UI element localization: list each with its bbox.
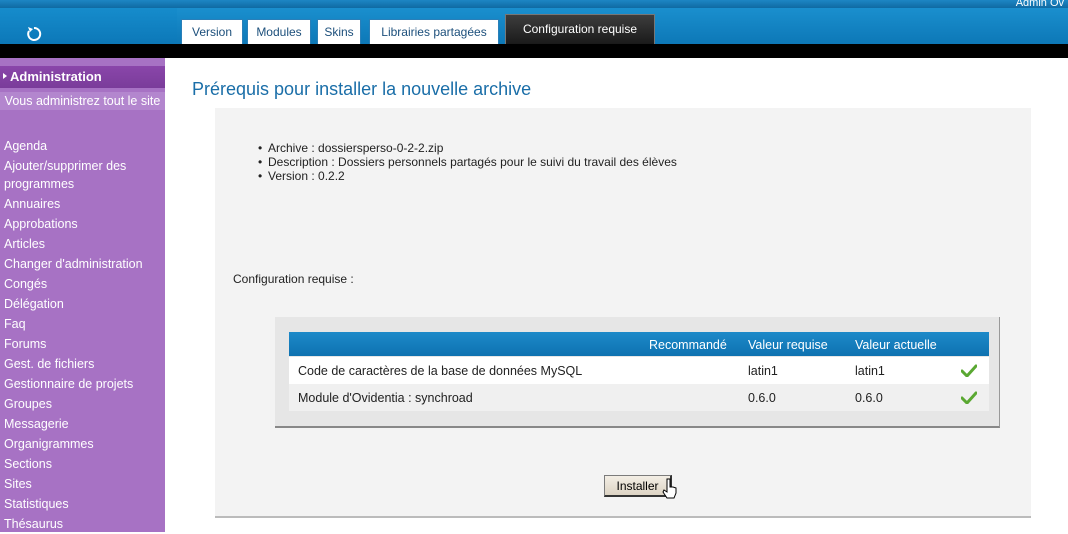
row-name: Module d'Ovidentia : synchroad — [298, 391, 473, 405]
page-title: Prérequis pour installer la nouvelle arc… — [192, 79, 532, 99]
sidebar-item-faq[interactable]: Faq — [0, 314, 165, 334]
requirements-label: Configuration requise : — [233, 272, 354, 286]
sidebar-menu: Agenda Ajouter/supprimer des programmes … — [0, 136, 165, 534]
tab-modules[interactable]: Modules — [247, 19, 311, 44]
requirements-table-header: Recommandé Valeur requise Valeur actuell… — [289, 332, 989, 356]
sidebar-item-conges[interactable]: Congés — [0, 274, 165, 294]
header-valeur-requise: Valeur requise — [748, 338, 828, 352]
header-valeur-actuelle: Valeur actuelle — [855, 338, 937, 352]
table-row: Module d'Ovidentia : synchroad 0.6.0 0.6… — [289, 384, 989, 411]
sidebar-item-organigrammes[interactable]: Organigrammes — [0, 434, 165, 454]
sidebar-item-thesaurus[interactable]: Thésaurus — [0, 514, 165, 534]
archive-info-item: Archive : dossiersperso-0-2-2.zip — [258, 141, 677, 155]
sidebar-item-agenda[interactable]: Agenda — [0, 136, 165, 156]
mouse-pointer-icon — [662, 478, 677, 499]
row-name: Code de caractères de la base de données… — [298, 364, 583, 378]
version-info-item: Version : 0.2.2 — [258, 169, 677, 183]
sidebar-title: Administration — [10, 69, 102, 84]
sidebar-item-groupes[interactable]: Groupes — [0, 394, 165, 414]
row-required-value: 0.6.0 — [748, 391, 776, 405]
sidebar-item-sites[interactable]: Sites — [0, 474, 165, 494]
sidebar: Administration Vous administrez tout le … — [0, 58, 165, 532]
tab-version[interactable]: Version — [181, 19, 243, 44]
sidebar-item-articles[interactable]: Articles — [0, 234, 165, 254]
sidebar-item-forums[interactable]: Forums — [0, 334, 165, 354]
tab-bar: Version Modules Skins Librairies partagé… — [177, 8, 1068, 44]
collapse-arrow-icon — [3, 73, 7, 79]
table-row: Code de caractères de la base de données… — [289, 357, 989, 384]
row-current-value: latin1 — [855, 364, 885, 378]
row-current-value: 0.6.0 — [855, 391, 883, 405]
description-info-item: Description : Dossiers personnels partag… — [258, 155, 677, 169]
check-icon — [961, 391, 977, 404]
sidebar-item-approbations[interactable]: Approbations — [0, 214, 165, 234]
sidebar-item-delegation[interactable]: Délégation — [0, 294, 165, 314]
logo-zone — [0, 8, 177, 44]
sidebar-item-gestionnaire-projets[interactable]: Gestionnaire de projets — [0, 374, 165, 394]
header-recommande: Recommandé — [649, 338, 727, 352]
tab-librairies[interactable]: Librairies partagées — [369, 19, 499, 44]
sidebar-info: Vous administrez tout le site — [0, 92, 165, 110]
top-strip: Admin Ov — [0, 0, 1068, 9]
tab-skins[interactable]: Skins — [317, 19, 361, 44]
sidebar-item-gest-fichiers[interactable]: Gest. de fichiers — [0, 354, 165, 374]
sidebar-header[interactable]: Administration — [0, 66, 165, 88]
sidebar-item-changer-administration[interactable]: Changer d'administration — [0, 254, 165, 274]
sidebar-item-messagerie[interactable]: Messagerie — [0, 414, 165, 434]
sidebar-item-sections[interactable]: Sections — [0, 454, 165, 474]
archive-info-list: Archive : dossiersperso-0-2-2.zip Descri… — [258, 141, 677, 183]
ovidentia-logo-icon[interactable] — [25, 25, 43, 43]
check-icon — [961, 364, 977, 377]
tab-configuration-requise[interactable]: Configuration requise — [505, 14, 655, 44]
row-required-value: latin1 — [748, 364, 778, 378]
sidebar-item-annuaires[interactable]: Annuaires — [0, 194, 165, 214]
sidebar-item-programmes[interactable]: Ajouter/supprimer des programmes — [0, 156, 165, 194]
sidebar-item-statistiques[interactable]: Statistiques — [0, 494, 165, 514]
